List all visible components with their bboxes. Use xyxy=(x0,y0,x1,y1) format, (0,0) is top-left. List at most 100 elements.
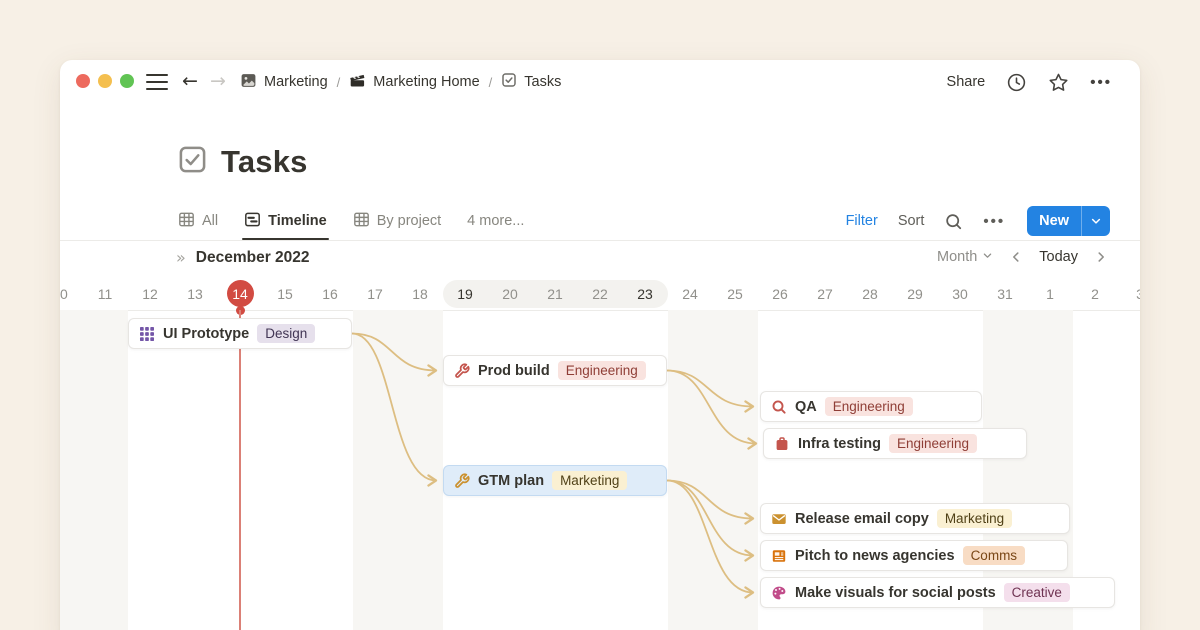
view-options-icon[interactable]: ••• xyxy=(983,213,1005,230)
task-card[interactable]: Prod build Engineering xyxy=(443,355,667,386)
top-bar: ← → Marketing / Marketing Home / Tasks S… xyxy=(60,60,1140,104)
date-cell[interactable]: 22 xyxy=(578,278,623,310)
tab-label: All xyxy=(202,213,218,229)
timeline-scale-select[interactable]: Month xyxy=(937,249,993,265)
wrench-icon xyxy=(454,473,470,489)
star-icon[interactable] xyxy=(1048,72,1069,93)
date-cell[interactable]: 10 xyxy=(60,278,83,310)
task-card[interactable]: Release email copyMarketing xyxy=(760,503,1070,534)
timeline-icon xyxy=(244,211,261,232)
box-icon xyxy=(774,436,790,452)
breadcrumb-separator: / xyxy=(336,75,342,90)
task-title: GTM plan xyxy=(478,473,544,489)
date-cell[interactable]: 21 xyxy=(533,278,578,310)
table-icon xyxy=(178,211,195,232)
magnifier-icon xyxy=(771,399,787,415)
more-options-icon[interactable]: ••• xyxy=(1090,74,1112,91)
date-cell[interactable]: 16 xyxy=(308,278,353,310)
breadcrumb-item-tasks[interactable]: Tasks xyxy=(501,72,561,92)
timeline-date-row: 1011121314151617181920212223242526272829… xyxy=(60,278,1140,310)
task-tag: Engineering xyxy=(825,397,913,416)
today-line xyxy=(239,310,241,630)
task-title: UI Prototype xyxy=(163,326,249,342)
next-period-icon[interactable] xyxy=(1092,248,1110,266)
task-card[interactable]: UI Prototype Design xyxy=(128,318,352,349)
breadcrumb: Marketing / Marketing Home / Tasks xyxy=(240,60,561,104)
task-card[interactable]: Pitch to news agenciesComms xyxy=(760,540,1068,571)
table-icon xyxy=(353,211,370,232)
task-tag: Design xyxy=(257,324,315,343)
search-icon[interactable] xyxy=(944,212,963,231)
minimize-window-button[interactable] xyxy=(98,74,112,88)
date-cell[interactable]: 30 xyxy=(938,278,983,310)
date-cell[interactable]: 13 xyxy=(173,278,218,310)
date-cell[interactable]: 23 xyxy=(623,278,668,310)
date-cell[interactable]: 24 xyxy=(668,278,713,310)
prev-period-icon[interactable] xyxy=(1007,248,1025,266)
tab-by-project[interactable]: By project xyxy=(353,202,441,240)
image-icon xyxy=(240,72,257,93)
task-tag: Creative xyxy=(1004,583,1070,602)
task-title: Prod build xyxy=(478,363,550,379)
tab-label: By project xyxy=(377,213,441,229)
task-card[interactable]: Make visuals for social posts Creative xyxy=(760,577,1115,608)
date-cell[interactable]: 18 xyxy=(398,278,443,310)
breadcrumb-label: Marketing Home xyxy=(373,74,479,90)
date-cell[interactable]: 12 xyxy=(128,278,173,310)
newspaper-icon xyxy=(771,548,787,564)
weekend-band xyxy=(60,310,128,630)
date-cell[interactable]: 19 xyxy=(443,278,488,310)
clock-icon[interactable] xyxy=(1006,72,1027,93)
date-cell[interactable]: 1 xyxy=(1028,278,1073,310)
date-cell[interactable]: 11 xyxy=(83,278,128,310)
view-tabs-row: All Timeline By project 4 more... Filter… xyxy=(178,202,1110,240)
date-cell[interactable]: 3 xyxy=(1118,278,1141,310)
topbar-actions: Share ••• xyxy=(947,60,1112,104)
date-cell[interactable]: 15 xyxy=(263,278,308,310)
task-title: Release email copy xyxy=(795,511,929,527)
zoom-window-button[interactable] xyxy=(120,74,134,88)
tab-all[interactable]: All xyxy=(178,202,218,240)
chevron-down-icon[interactable] xyxy=(1082,206,1110,236)
envelope-icon xyxy=(771,511,787,527)
page-header: Tasks xyxy=(178,144,308,180)
checkbox-icon xyxy=(501,72,517,92)
task-card[interactable]: Infra testingEngineering xyxy=(763,428,1027,459)
view-tabs: All Timeline By project xyxy=(178,202,441,240)
date-cell[interactable]: 2 xyxy=(1073,278,1118,310)
date-cell[interactable]: 28 xyxy=(848,278,893,310)
forward-button[interactable]: → xyxy=(210,68,226,94)
breadcrumb-item-marketing[interactable]: Marketing xyxy=(240,72,328,93)
date-cell[interactable]: 31 xyxy=(983,278,1028,310)
date-cell[interactable]: 29 xyxy=(893,278,938,310)
expand-sidebar-icon[interactable]: » xyxy=(176,248,186,267)
date-cell[interactable]: 25 xyxy=(713,278,758,310)
timeline-month-label: December 2022 xyxy=(196,249,310,267)
clapperboard-icon xyxy=(349,72,366,93)
page-checkbox-icon xyxy=(178,145,207,179)
task-tag: Engineering xyxy=(889,434,977,453)
tab-timeline[interactable]: Timeline xyxy=(244,202,327,240)
breadcrumb-label: Tasks xyxy=(524,74,561,90)
today-button[interactable]: Today xyxy=(1039,249,1078,265)
date-cell[interactable]: 20 xyxy=(488,278,533,310)
task-card[interactable]: QA Engineering xyxy=(760,391,982,422)
date-cell[interactable]: 26 xyxy=(758,278,803,310)
more-views-button[interactable]: 4 more... xyxy=(467,213,524,229)
date-cell[interactable]: 27 xyxy=(803,278,848,310)
sort-button[interactable]: Sort xyxy=(898,213,925,229)
sidebar-toggle-icon[interactable] xyxy=(146,74,168,90)
filter-button[interactable]: Filter xyxy=(846,213,878,229)
date-cell[interactable]: 17 xyxy=(353,278,398,310)
close-window-button[interactable] xyxy=(76,74,90,88)
task-title: Make visuals for social posts xyxy=(795,585,996,601)
new-button[interactable]: New xyxy=(1027,206,1110,236)
page-title: Tasks xyxy=(221,144,308,180)
task-card[interactable]: GTM planMarketing xyxy=(443,465,667,496)
timeline-header: » December 2022 Month Today xyxy=(60,248,1140,278)
breadcrumb-item-marketing-home[interactable]: Marketing Home xyxy=(349,72,479,93)
task-title: QA xyxy=(795,399,817,415)
task-tag: Engineering xyxy=(558,361,646,380)
back-button[interactable]: ← xyxy=(182,68,198,94)
share-button[interactable]: Share xyxy=(947,74,986,90)
